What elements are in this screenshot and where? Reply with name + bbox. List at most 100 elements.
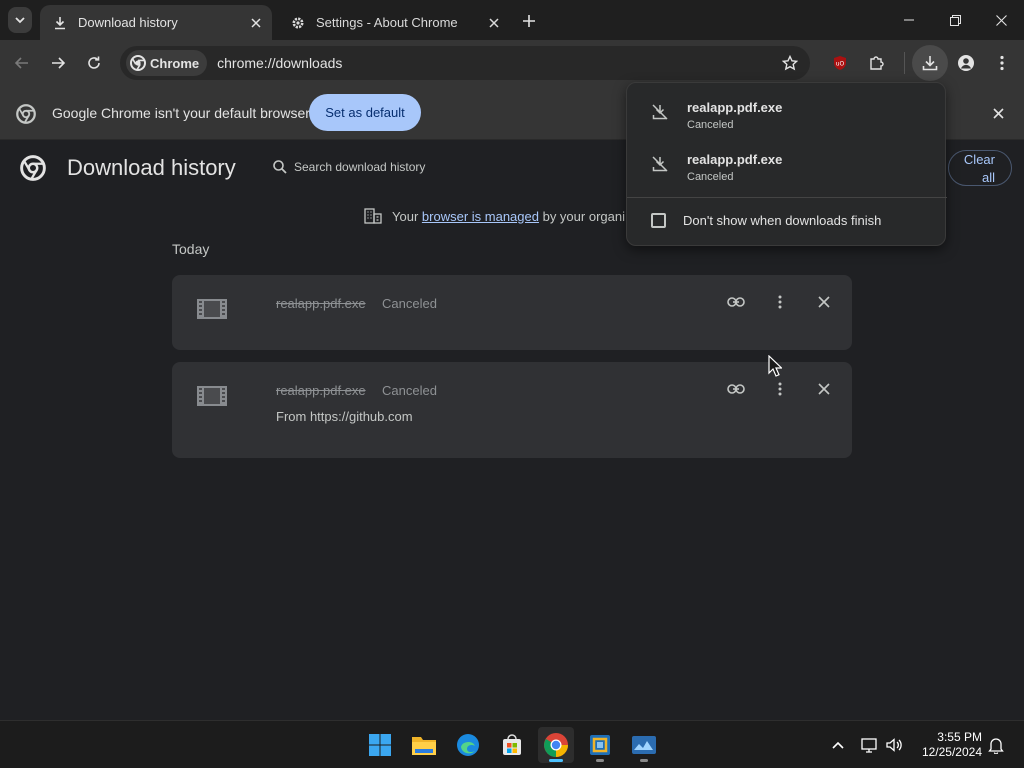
chrome-logo-icon <box>16 104 36 124</box>
close-icon[interactable] <box>246 13 266 33</box>
bubble-divider <box>627 197 947 198</box>
minimize-icon <box>904 19 914 21</box>
ublock-origin-icon: uO <box>834 56 846 70</box>
download-filename[interactable]: realapp.pdf.exe <box>276 296 366 311</box>
running-indicator <box>596 759 604 762</box>
mouse-cursor-icon <box>768 355 782 377</box>
taskbar-file-explorer[interactable] <box>406 727 442 763</box>
network-icon <box>861 738 877 753</box>
file-icon <box>197 299 227 319</box>
tab-download-history[interactable]: Download history <box>40 5 272 40</box>
more-actions-button[interactable] <box>768 377 792 401</box>
plus-icon <box>523 15 535 27</box>
start-button[interactable] <box>362 727 398 763</box>
download-item: realapp.pdf.exe Canceled From https://gi… <box>172 362 852 458</box>
download-filename[interactable]: realapp.pdf.exe <box>276 383 366 398</box>
close-window-button[interactable] <box>978 0 1024 40</box>
monitor-app-icon <box>632 736 656 754</box>
bubble-filename: realapp.pdf.exe <box>687 100 783 115</box>
infobar-close-button[interactable] <box>988 103 1008 123</box>
reload-button[interactable] <box>80 49 108 77</box>
new-tab-button[interactable] <box>518 10 540 32</box>
more-vert-icon <box>778 382 782 396</box>
virtualbox-icon <box>590 735 610 755</box>
remove-from-list-button[interactable] <box>812 290 836 314</box>
bubble-status: Canceled <box>687 171 734 183</box>
chrome-logo-icon <box>20 155 46 181</box>
restore-icon <box>949 14 961 26</box>
infobar-message: Google Chrome isn't your default browser <box>52 105 310 121</box>
taskbar: 3:55 PM 12/25/2024 <box>0 720 1024 768</box>
bubble-download-item[interactable]: realapp.pdf.exe Canceled <box>627 145 947 195</box>
back-button[interactable] <box>8 49 36 77</box>
managed-suffix: by your organi <box>542 208 625 224</box>
show-hidden-icons-button[interactable] <box>828 735 848 755</box>
forward-button[interactable] <box>44 49 72 77</box>
downloads-button[interactable] <box>912 45 948 81</box>
reload-icon <box>88 56 100 69</box>
download-icon <box>922 56 938 71</box>
date-section-header: Today <box>172 241 210 257</box>
browser-managed-link[interactable]: browser is managed <box>422 209 539 224</box>
network-button[interactable] <box>860 735 880 755</box>
clear-all-button[interactable]: Clear all <box>948 150 1012 186</box>
omnibox[interactable]: Chrome chrome://downloads <box>120 46 810 80</box>
download-canceled-icon <box>652 156 668 172</box>
avatar-icon <box>958 55 974 71</box>
clock[interactable]: 3:55 PM 12/25/2024 <box>918 730 982 760</box>
tab-strip: Download history Settings - About Chrome <box>0 0 1024 40</box>
more-vert-icon <box>778 295 782 309</box>
bubble-download-item[interactable]: realapp.pdf.exe Canceled <box>627 93 947 143</box>
close-icon[interactable] <box>484 13 504 33</box>
taskbar-store[interactable] <box>494 727 530 763</box>
site-chip-label: Chrome <box>150 55 200 71</box>
extensions-button[interactable] <box>862 49 890 77</box>
restore-button[interactable] <box>932 0 978 40</box>
download-icon <box>52 15 68 31</box>
bubble-status: Canceled <box>687 119 734 131</box>
page-title: Download history <box>67 155 236 180</box>
toolbar: Chrome chrome://downloads uO <box>0 40 1024 86</box>
profile-button[interactable] <box>952 49 980 77</box>
more-actions-button[interactable] <box>768 290 792 314</box>
managed-notice: Your browser is managed by your organi <box>364 208 625 224</box>
site-chip[interactable]: Chrome <box>126 50 208 76</box>
minimize-button[interactable] <box>886 0 932 40</box>
chrome-logo-icon <box>130 55 146 71</box>
dont-show-checkbox[interactable] <box>651 213 666 228</box>
taskbar-virtualbox[interactable] <box>582 727 618 763</box>
tab-settings-about-chrome[interactable]: Settings - About Chrome <box>278 5 510 40</box>
copy-link-button[interactable] <box>724 290 748 314</box>
taskbar-edge[interactable] <box>450 727 486 763</box>
clock-date: 12/25/2024 <box>921 745 982 759</box>
tab-search-button[interactable] <box>8 7 32 33</box>
close-icon <box>818 296 830 308</box>
puzzle-icon <box>870 56 884 70</box>
taskbar-chrome[interactable] <box>538 727 574 763</box>
running-indicator <box>640 759 648 762</box>
star-icon <box>782 55 798 71</box>
bell-icon <box>988 738 1004 754</box>
search-input[interactable]: Search download history <box>262 150 425 184</box>
remove-from-list-button[interactable] <box>812 377 836 401</box>
bookmark-button[interactable] <box>776 49 804 77</box>
download-bubble: realapp.pdf.exe Canceled realapp.pdf.exe… <box>626 82 947 246</box>
notifications-button[interactable] <box>986 735 1006 755</box>
dont-show-checkbox-label[interactable]: Don't show when downloads finish <box>683 213 881 228</box>
arrow-left-icon <box>14 57 28 69</box>
edge-icon <box>457 734 479 756</box>
url-text[interactable]: chrome://downloads <box>217 55 342 71</box>
taskbar-app-monitor[interactable] <box>626 727 662 763</box>
set-as-default-button[interactable]: Set as default <box>309 94 421 131</box>
arrow-right-icon <box>52 57 66 69</box>
download-source: From https://github.com <box>276 409 413 424</box>
gear-icon <box>290 15 306 31</box>
windows-logo-icon <box>369 734 391 756</box>
chevron-up-icon <box>832 741 844 749</box>
download-status: Canceled <box>382 383 437 398</box>
menu-button[interactable] <box>988 49 1016 77</box>
download-status: Canceled <box>382 296 437 311</box>
ublock-extension-button[interactable]: uO <box>826 49 854 77</box>
volume-button[interactable] <box>884 735 904 755</box>
copy-link-button[interactable] <box>724 377 748 401</box>
